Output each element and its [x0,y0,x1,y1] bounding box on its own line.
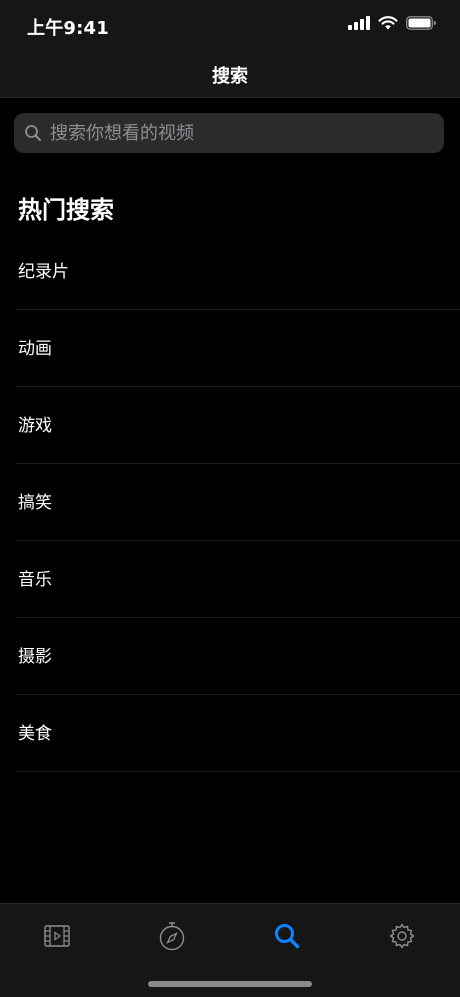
gear-icon [389,923,415,949]
divider [16,771,460,772]
tab-discover[interactable] [152,918,192,954]
hot-search-heading: 热门搜索 [18,196,114,224]
tab-search[interactable] [267,918,307,954]
list-item-label: 动画 [18,339,52,359]
list-item[interactable]: 动画 [0,310,460,387]
search-bar[interactable] [14,112,444,154]
list-item[interactable]: 摄影 [0,618,460,695]
page-title: 搜索 [212,66,248,87]
list-item-label: 音乐 [18,570,52,590]
list-item[interactable]: 音乐 [0,541,460,618]
list-item-label: 美食 [18,724,52,744]
tab-videos[interactable] [37,918,77,954]
home-indicator[interactable] [148,981,312,987]
search-icon [275,924,300,949]
battery-icon [406,16,436,30]
list-item-label: 纪录片 [18,262,69,282]
list-item[interactable]: 搞笑 [0,464,460,541]
list-item[interactable]: 游戏 [0,387,460,464]
status-icons [348,16,436,30]
list-item-label: 游戏 [18,416,52,436]
list-item-label: 摄影 [18,647,52,667]
tab-settings[interactable] [382,918,422,954]
search-input[interactable] [48,112,444,154]
list-item-label: 搞笑 [18,493,52,513]
wifi-icon [378,16,398,30]
hot-search-list: 纪录片 动画 游戏 搞笑 音乐 摄影 美食 [0,233,460,772]
cellular-signal-icon [348,16,370,30]
compass-icon [159,922,185,951]
status-bar: 上午9:41 [0,0,460,50]
list-item[interactable]: 纪录片 [0,233,460,310]
navigation-bar: 搜索 [0,50,460,98]
search-icon [25,125,41,141]
film-icon [44,925,70,947]
list-item[interactable]: 美食 [0,695,460,772]
status-time: 上午9:41 [27,18,109,39]
